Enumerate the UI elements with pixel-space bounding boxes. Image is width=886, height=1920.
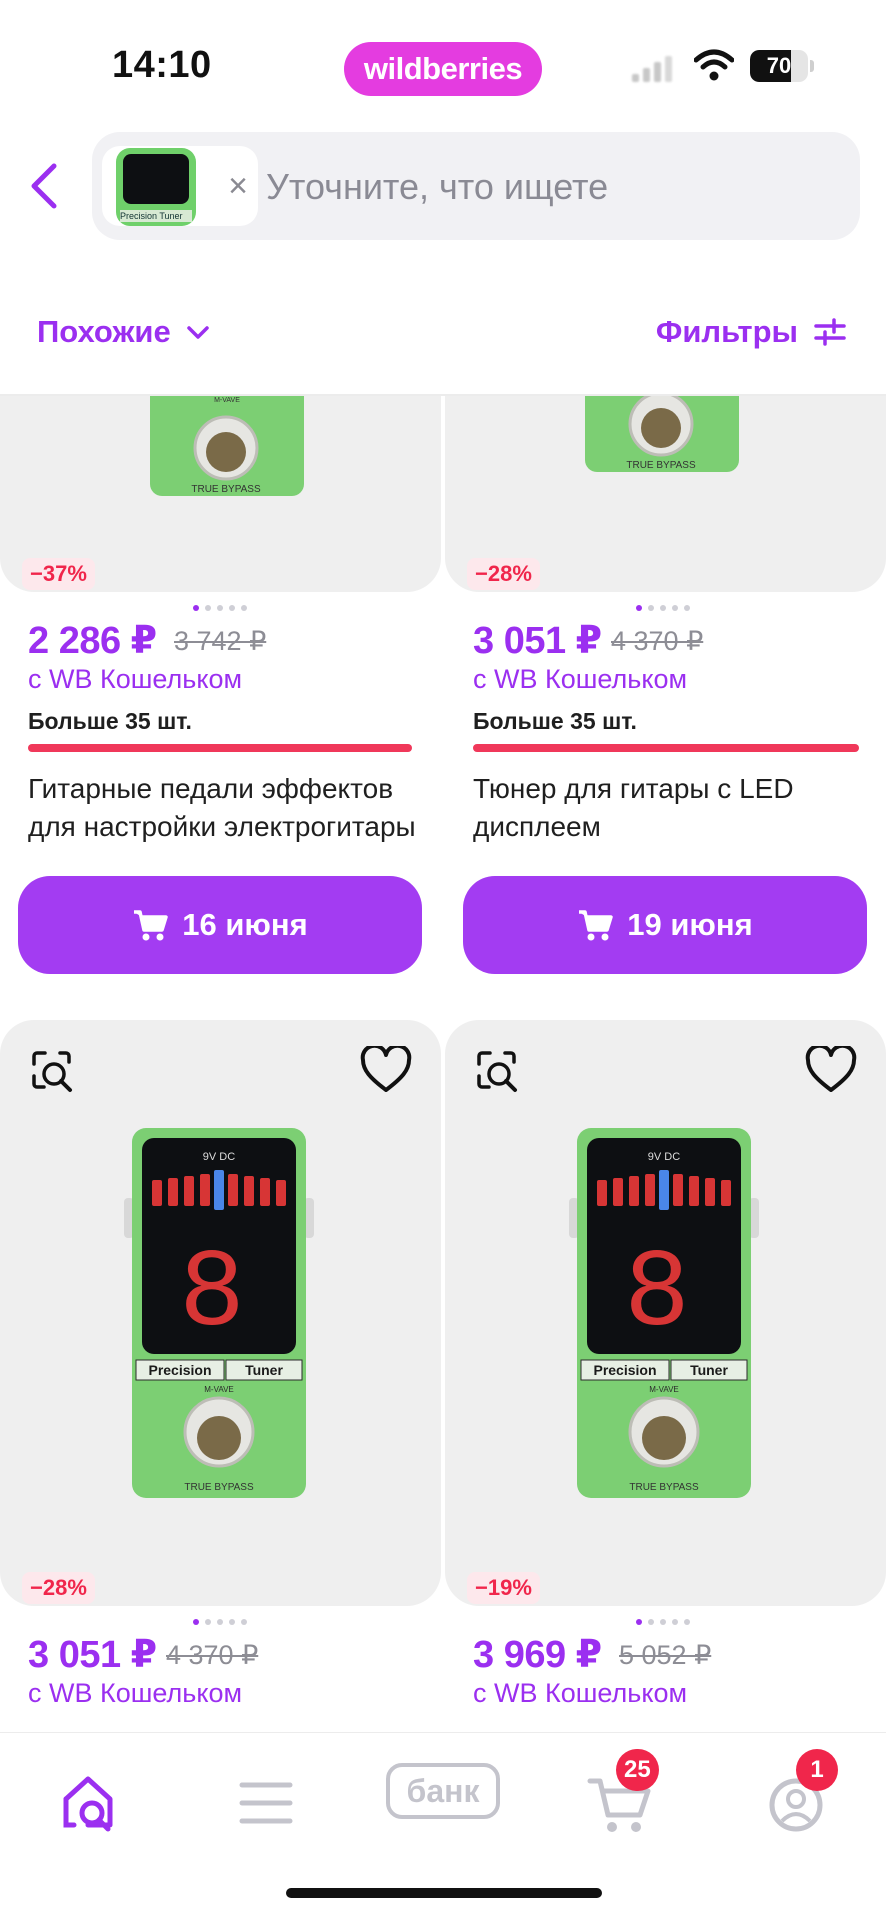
cart-icon <box>579 910 614 941</box>
svg-text:TRUE BYPASS: TRUE BYPASS <box>191 484 261 495</box>
home-indicator <box>286 1888 602 1898</box>
add-to-cart-button[interactable]: 19 июня <box>463 876 867 974</box>
heart-icon[interactable] <box>360 1046 412 1094</box>
pedal-bottom-image: M-VAVE TRUE BYPASS <box>150 396 304 500</box>
menu-icon[interactable] <box>226 1763 306 1843</box>
search-placeholder[interactable]: Уточните, что ищете <box>266 166 608 208</box>
filters-label: Фильтры <box>655 314 798 349</box>
product-old-price: 4 370 ₽ <box>611 626 704 656</box>
pedal-power-label: 9V DC <box>648 1151 680 1163</box>
similar-label: Похожие <box>37 314 171 349</box>
heart-icon[interactable] <box>805 1046 857 1094</box>
product-title-line1: Тюнер для гитары с LED <box>473 773 794 804</box>
search-input[interactable]: Precision Tuner × Уточните, что ищете <box>92 132 860 240</box>
cellular-signal-icon <box>632 52 674 82</box>
battery-icon: 70 <box>750 50 808 82</box>
stock-progress-bar <box>473 744 859 752</box>
pedal-bottom-image: TRUE BYPASS <box>585 396 739 476</box>
product-image[interactable]: TRUE BYPASS −28% <box>445 396 886 592</box>
battery-tip <box>810 60 814 72</box>
home-search-icon[interactable] <box>48 1763 128 1843</box>
cart-badge: 25 <box>616 1749 659 1791</box>
product-title-line2: для настройки электрогитары <box>28 811 416 842</box>
back-chevron-icon[interactable] <box>22 158 66 214</box>
product-title-line2: дисплеем <box>473 811 601 842</box>
image-pager-dots <box>193 1612 253 1625</box>
pedal-brand: M-VAVE <box>204 1385 233 1394</box>
pedal-bypass: TRUE BYPASS <box>629 1482 699 1493</box>
visual-search-icon[interactable] <box>28 1048 76 1096</box>
image-search-chip[interactable]: Precision Tuner × <box>102 146 258 226</box>
stock-progress-bar <box>28 744 412 752</box>
battery-percent: 70 <box>766 53 792 78</box>
close-icon[interactable]: × <box>220 168 256 204</box>
pedal-bypass: TRUE BYPASS <box>184 1482 254 1493</box>
product-image[interactable]: 9V DC 8 Precision Tuner M-VAVE TRUE BYPA… <box>0 1020 441 1606</box>
discount-badge: −28% <box>22 1572 95 1604</box>
product-card[interactable]: 9V DC 8 Precision Tuner M-VAVE TRUE BYPA… <box>0 1020 441 1732</box>
product-price: 3 969 ₽ <box>473 1634 602 1676</box>
product-title[interactable]: Тюнер для гитары с LED дисплеем <box>473 770 873 846</box>
product-old-price: 5 052 ₽ <box>619 1640 712 1670</box>
filters-button[interactable]: Фильтры <box>656 312 846 352</box>
delivery-date: 16 июня <box>182 907 308 942</box>
svg-text:M-VAVE: M-VAVE <box>214 397 240 404</box>
product-price: 2 286 ₽ <box>28 620 157 662</box>
image-pager-dots <box>636 598 696 611</box>
product-grid[interactable]: M-VAVE TRUE BYPASS −37% 2 286 ₽ 3 742 ₽ … <box>0 396 886 1732</box>
wallet-price-note: с WB Кошельком <box>28 1678 243 1708</box>
tuner-pedal-image: 9V DC 8 Precision Tuner M-VAVE TRUE BYPA… <box>569 1128 759 1498</box>
discount-badge: −19% <box>467 1572 540 1604</box>
brand-logo[interactable]: wildberries <box>344 42 542 96</box>
thumb-label: Precision Tuner <box>120 210 192 222</box>
pedal-label-right: Tuner <box>690 1362 728 1378</box>
discount-badge: −28% <box>467 558 540 590</box>
pedal-label-left: Precision <box>593 1362 656 1378</box>
add-to-cart-button[interactable]: 16 июня <box>18 876 422 974</box>
wallet-price-note: с WB Кошельком <box>473 664 688 694</box>
product-old-price: 4 370 ₽ <box>166 1640 259 1670</box>
product-image[interactable]: M-VAVE TRUE BYPASS −37% <box>0 396 441 592</box>
stock-count: Больше 35 шт. <box>473 708 637 734</box>
stock-count: Больше 35 шт. <box>28 708 192 734</box>
pedal-label-right: Tuner <box>245 1362 283 1378</box>
similar-dropdown[interactable]: Похожие <box>37 312 211 352</box>
image-pager-dots <box>193 598 253 611</box>
status-time: 14:10 <box>112 44 212 86</box>
image-pager-dots <box>636 1612 696 1625</box>
product-price: 3 051 ₽ <box>473 620 602 662</box>
pedal-power-label: 9V DC <box>203 1151 235 1163</box>
product-card[interactable]: TRUE BYPASS −28% 3 051 ₽ 4 370 ₽ с WB Ко… <box>445 396 886 986</box>
product-old-price: 3 742 ₽ <box>174 626 267 656</box>
delivery-date: 19 июня <box>627 907 753 942</box>
cart-icon <box>134 910 169 941</box>
discount-badge: −37% <box>22 558 95 590</box>
product-image[interactable]: 9V DC 8 Precision Tuner M-VAVE TRUE BYPA… <box>445 1020 886 1606</box>
product-card[interactable]: M-VAVE TRUE BYPASS −37% 2 286 ₽ 3 742 ₽ … <box>0 396 441 986</box>
bank-tab[interactable]: банк <box>386 1763 500 1819</box>
tuner-pedal-image: 9V DC 8 Precision Tuner M-VAVE TRUE BYPA… <box>124 1128 314 1498</box>
search-image-thumbnail: Precision Tuner <box>116 148 196 226</box>
wifi-icon <box>694 49 734 81</box>
pedal-label-left: Precision <box>148 1362 211 1378</box>
filters-sliders-icon <box>814 318 846 346</box>
svg-text:TRUE BYPASS: TRUE BYPASS <box>626 460 696 471</box>
product-card[interactable]: 9V DC 8 Precision Tuner M-VAVE TRUE BYPA… <box>445 1020 886 1732</box>
visual-search-icon[interactable] <box>473 1048 521 1096</box>
status-bar: 14:10 wildberries 70 <box>0 0 886 120</box>
profile-badge: 1 <box>796 1749 838 1791</box>
wallet-price-note: с WB Кошельком <box>473 1678 688 1708</box>
product-title[interactable]: Гитарные педали эффектов для настройки э… <box>28 770 428 846</box>
product-title-line1: Гитарные педали эффектов <box>28 773 394 804</box>
wallet-price-note: с WB Кошельком <box>28 664 243 694</box>
pedal-digit: 8 <box>179 1233 245 1358</box>
product-price: 3 051 ₽ <box>28 1634 157 1676</box>
pedal-digit: 8 <box>624 1233 690 1358</box>
chevron-down-icon <box>186 326 209 339</box>
pedal-brand: M-VAVE <box>649 1385 678 1394</box>
